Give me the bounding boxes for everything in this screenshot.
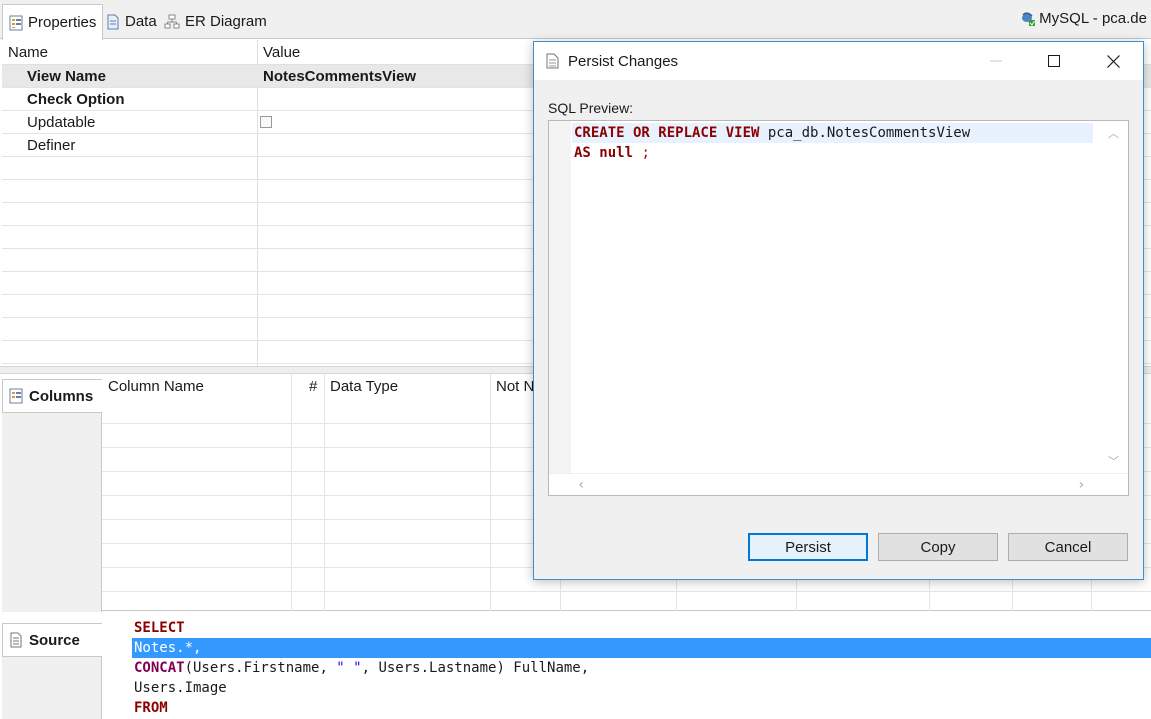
maximize-button[interactable]	[1025, 42, 1083, 80]
minimize-button[interactable]	[967, 42, 1025, 80]
persist-button[interactable]: Persist	[748, 533, 868, 561]
header-name: Name	[8, 44, 49, 61]
sql-line: AS null ;	[574, 143, 650, 163]
sql-preview-label: SQL Preview:	[548, 100, 634, 116]
scroll-left-icon[interactable]: ‹	[577, 477, 585, 493]
vertical-scrollbar[interactable]: ︿ ﹀	[1094, 121, 1128, 473]
scroll-up-icon[interactable]: ︿	[1108, 125, 1119, 141]
code-text: pca_db.NotesCommentsView	[759, 125, 971, 141]
editor-gutter	[102, 612, 130, 719]
tab-label: Source	[29, 631, 80, 649]
tab-source[interactable]: Source	[2, 623, 102, 657]
scroll-down-icon[interactable]: ﹀	[1108, 453, 1119, 469]
properties-icon	[9, 15, 23, 30]
tab-columns[interactable]: Columns	[2, 379, 102, 413]
sql-keyword: SELECT	[134, 620, 185, 636]
persist-changes-dialog: Persist Changes SQL Preview: CREATE OR R…	[533, 41, 1144, 580]
tab-label: Data	[125, 13, 157, 30]
sql-keyword: FROM	[134, 700, 168, 716]
tab-label: Properties	[28, 14, 97, 31]
header-not-null[interactable]: Not N	[496, 378, 534, 395]
code-text: (Users.Firstname,	[184, 660, 337, 676]
minimize-icon	[990, 60, 1002, 62]
source-line: SELECT	[134, 618, 185, 638]
sql-preview-editor[interactable]: CREATE OR REPLACE VIEW pca_db.NotesComme…	[548, 120, 1129, 496]
property-value[interactable]: NotesCommentsView	[263, 68, 416, 85]
horizontal-scrollbar[interactable]: ‹ ›	[549, 473, 1128, 495]
tab-label: ER Diagram	[185, 13, 267, 30]
code-text: ;	[633, 145, 650, 161]
tab-er-diagram[interactable]: ER Diagram	[158, 4, 273, 39]
editor-gutter	[549, 121, 571, 473]
selected-text: Notes.*,	[134, 640, 202, 656]
source-line: Users.Image	[134, 678, 227, 698]
source-editor[interactable]: SELECT Notes.*, CONCAT(Users.Firstname, …	[102, 612, 1151, 719]
data-icon	[107, 14, 119, 29]
editor-tab-bar: Properties Data ER Diagram MySQL - pca.d…	[0, 0, 1151, 40]
connection-label: MySQL - pca.de	[1039, 10, 1147, 27]
updatable-checkbox[interactable]	[260, 116, 272, 128]
sql-keyword: CREATE OR REPLACE VIEW	[574, 125, 760, 141]
property-name: View Name	[27, 68, 106, 85]
tab-properties[interactable]: Properties	[2, 4, 104, 40]
source-line: FROM	[134, 698, 168, 718]
document-icon	[546, 53, 559, 69]
copy-button[interactable]: Copy	[878, 533, 998, 561]
header-data-type[interactable]: Data Type	[330, 378, 398, 395]
side-tab-gutter	[2, 656, 102, 719]
mysql-connection-icon	[1022, 12, 1036, 26]
code-text: , Users.Lastname) FullName,	[361, 660, 590, 676]
side-tab-gutter	[2, 413, 102, 612]
close-icon	[1106, 54, 1120, 68]
header-ordinal[interactable]: #	[309, 378, 317, 395]
dialog-title-bar[interactable]: Persist Changes	[534, 42, 1143, 80]
connection-indicator[interactable]: MySQL - pca.de	[1020, 10, 1147, 27]
property-name: Definer	[27, 137, 76, 154]
close-button[interactable]	[1084, 42, 1142, 80]
cancel-button[interactable]: Cancel	[1008, 533, 1128, 561]
columns-icon	[9, 388, 23, 404]
string-literal: " "	[336, 660, 362, 676]
sql-keyword: AS null	[574, 145, 634, 161]
header-value: Value	[263, 44, 301, 61]
sql-line: CREATE OR REPLACE VIEW pca_db.NotesComme…	[572, 123, 1093, 143]
code-text: Users.Image	[134, 680, 227, 696]
tab-data[interactable]: Data	[100, 4, 163, 39]
header-column-name[interactable]: Column Name	[108, 378, 204, 395]
source-line-selected: Notes.*,	[132, 638, 1151, 658]
tab-label: Columns	[29, 387, 94, 405]
maximize-icon	[1048, 55, 1060, 67]
property-name: Check Option	[27, 91, 125, 108]
source-line: CONCAT(Users.Firstname, " ", Users.Lastn…	[134, 658, 589, 678]
source-icon	[10, 632, 22, 648]
dialog-title: Persist Changes	[568, 53, 679, 70]
er-diagram-icon	[164, 14, 180, 28]
sql-function: CONCAT	[134, 660, 185, 676]
property-name: Updatable	[27, 114, 96, 131]
scroll-right-icon[interactable]: ›	[1077, 477, 1085, 493]
